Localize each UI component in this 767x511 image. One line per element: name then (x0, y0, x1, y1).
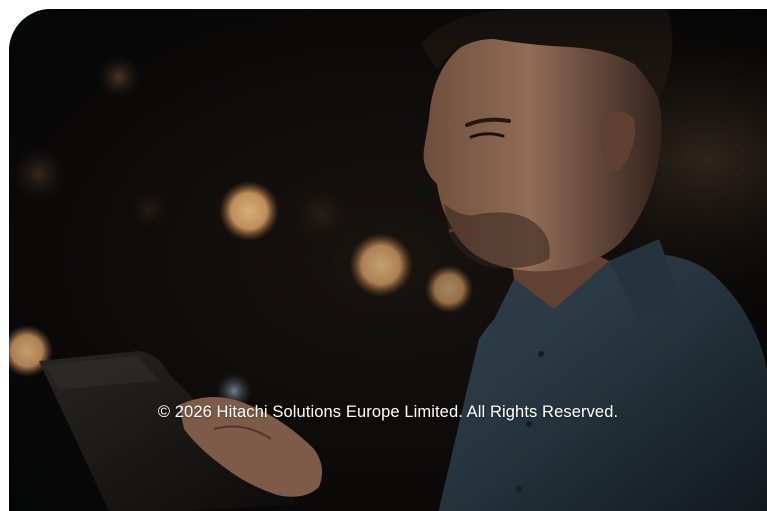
hero-image-frame: © 2026 Hitachi Solutions Europe Limited.… (9, 9, 767, 511)
hero-photo (9, 9, 767, 511)
copyright-text: © 2026 Hitachi Solutions Europe Limited.… (157, 403, 619, 421)
